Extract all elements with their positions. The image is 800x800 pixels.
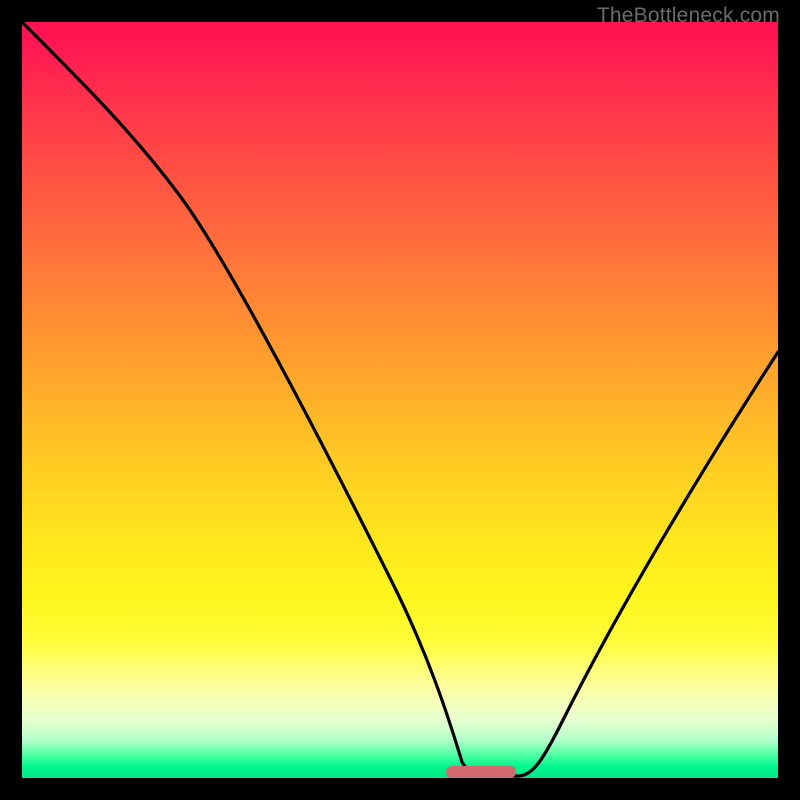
plot-area	[22, 22, 778, 778]
curve-path	[22, 22, 778, 776]
bottleneck-curve	[22, 22, 778, 778]
chart-frame: TheBottleneck.com	[0, 0, 800, 800]
optimal-range-marker	[446, 766, 516, 778]
watermark-text: TheBottleneck.com	[597, 4, 780, 28]
